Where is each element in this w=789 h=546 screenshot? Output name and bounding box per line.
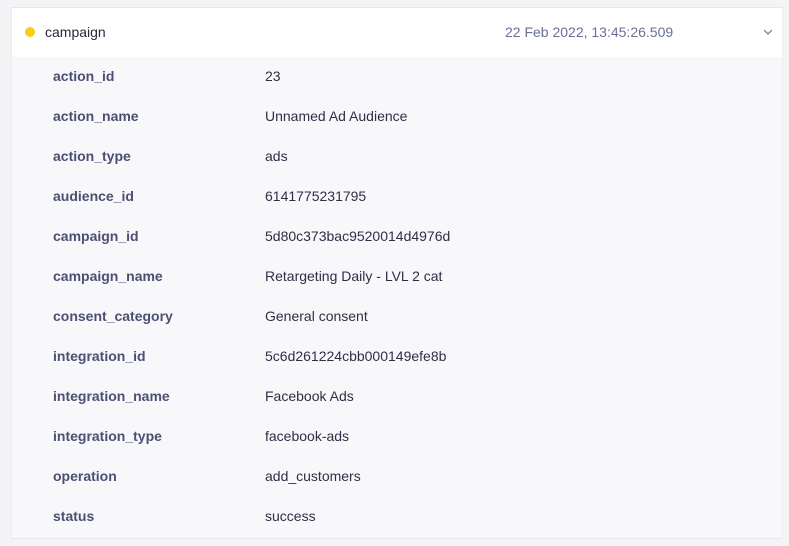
- property-key: audience_id: [53, 188, 134, 204]
- event-timestamp: 22 Feb 2022, 13:45:26.509: [505, 24, 674, 40]
- property-key: campaign_id: [53, 228, 139, 244]
- property-value: 5d80c373bac9520014d4976d: [265, 228, 451, 244]
- status-dot-icon: [25, 27, 35, 37]
- property-row: action_name Unnamed Ad Audience: [12, 97, 782, 137]
- property-value: 5c6d261224cbb000149efe8b: [265, 348, 447, 364]
- property-value: Retargeting Daily - LVL 2 cat: [265, 268, 443, 284]
- event-card: campaign 22 Feb 2022, 13:45:26.509 actio…: [11, 7, 783, 539]
- property-value: 6141775231795: [265, 188, 367, 204]
- property-key: action_type: [53, 148, 131, 164]
- property-key: action_name: [53, 108, 139, 124]
- property-key: campaign_name: [53, 268, 163, 284]
- property-key: status: [53, 508, 95, 524]
- property-value: facebook-ads: [265, 428, 350, 444]
- property-value: General consent: [265, 308, 368, 324]
- event-name: campaign: [45, 24, 106, 40]
- property-row: integration_type facebook-ads: [12, 417, 782, 457]
- chevron-down-icon[interactable]: [762, 26, 774, 38]
- property-key: integration_id: [53, 348, 146, 364]
- property-row: action_type ads: [12, 137, 782, 177]
- property-value: Unnamed Ad Audience: [265, 108, 408, 124]
- property-value: add_customers: [265, 468, 361, 484]
- property-value: ads: [265, 148, 288, 164]
- property-value: success: [265, 508, 316, 524]
- property-row: campaign_name Retargeting Daily - LVL 2 …: [12, 257, 782, 297]
- property-key: integration_name: [53, 388, 170, 404]
- property-row: consent_category General consent: [12, 297, 782, 337]
- property-key: action_id: [53, 68, 115, 84]
- properties-list: action_id 23 action_name Unnamed Ad Audi…: [12, 57, 782, 537]
- property-row: status success: [12, 497, 782, 537]
- property-value: 23: [265, 68, 281, 84]
- property-row: action_id 23: [12, 57, 782, 97]
- property-key: integration_type: [53, 428, 162, 444]
- property-key: consent_category: [53, 308, 173, 324]
- event-header[interactable]: campaign 22 Feb 2022, 13:45:26.509: [12, 8, 782, 57]
- property-row: integration_name Facebook Ads: [12, 377, 782, 417]
- property-row: integration_id 5c6d261224cbb000149efe8b: [12, 337, 782, 377]
- property-row: operation add_customers: [12, 457, 782, 497]
- property-row: audience_id 6141775231795: [12, 177, 782, 217]
- property-value: Facebook Ads: [265, 388, 354, 404]
- property-row: campaign_id 5d80c373bac9520014d4976d: [12, 217, 782, 257]
- property-key: operation: [53, 468, 117, 484]
